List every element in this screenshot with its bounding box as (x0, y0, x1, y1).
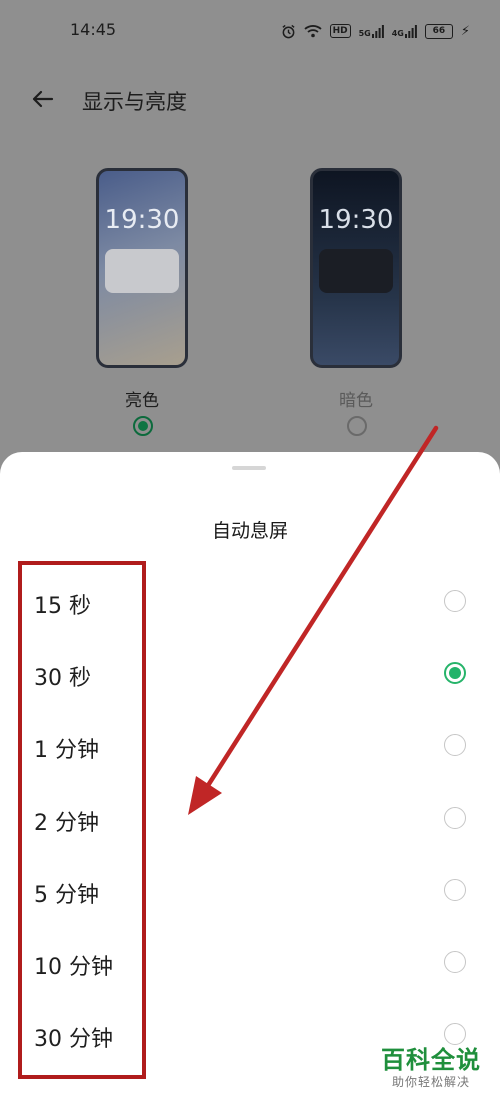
back-arrow-icon[interactable] (28, 84, 58, 114)
charging-icon: ⚡ (460, 23, 470, 39)
light-preview-widget (105, 249, 179, 293)
status-icons: HD 5G 4G 66 ⚡ (281, 20, 470, 42)
status-bar: 14:45 HD 5G 4G 66 ⚡ (0, 0, 500, 62)
wifi-icon (303, 25, 322, 38)
timeout-option-radio[interactable] (444, 951, 466, 973)
light-theme-label: 亮色 (125, 391, 159, 411)
timeout-option-radio[interactable] (444, 878, 466, 901)
signal-4g-icon: 4G (391, 24, 417, 38)
dark-preview-widget (319, 249, 393, 293)
sheet-title: 自动息屏 (211, 520, 288, 542)
watermark: 百科全说 助你轻松解决 (376, 1046, 486, 1090)
dark-theme-radio[interactable] (347, 416, 367, 436)
timeout-option-radio[interactable] (444, 806, 466, 829)
app-header: 显示与亮度 (0, 80, 500, 120)
signal-4g-label: 4G (391, 28, 404, 38)
light-preview-clock: 19:30 (104, 205, 180, 235)
light-theme-preview[interactable]: 19:30 (96, 168, 188, 368)
signal-5g-label: 5G (358, 28, 371, 38)
dark-theme-preview[interactable]: 19:30 (310, 168, 402, 368)
dark-preview-clock: 19:30 (318, 205, 394, 235)
hd-voice-icon: HD (329, 24, 351, 38)
watermark-title: 百科全说 (381, 1046, 481, 1074)
annotation-highlight-box (18, 561, 146, 1079)
timeout-option-radio[interactable] (444, 590, 466, 612)
timeout-option-radio[interactable] (444, 1023, 466, 1046)
light-theme-radio[interactable] (133, 416, 153, 436)
status-time: 14:45 (70, 20, 117, 39)
drag-handle[interactable] (232, 466, 266, 470)
watermark-subtitle: 助你轻松解决 (391, 1075, 470, 1089)
timeout-option-radio[interactable] (444, 734, 466, 757)
page-title: 显示与亮度 (82, 90, 187, 114)
alarm-icon (281, 24, 295, 38)
dark-theme-label: 暗色 (339, 391, 373, 411)
battery-icon: 66 (424, 23, 453, 39)
timeout-option-radio[interactable] (444, 662, 466, 685)
signal-5g-icon: 5G (358, 24, 384, 38)
